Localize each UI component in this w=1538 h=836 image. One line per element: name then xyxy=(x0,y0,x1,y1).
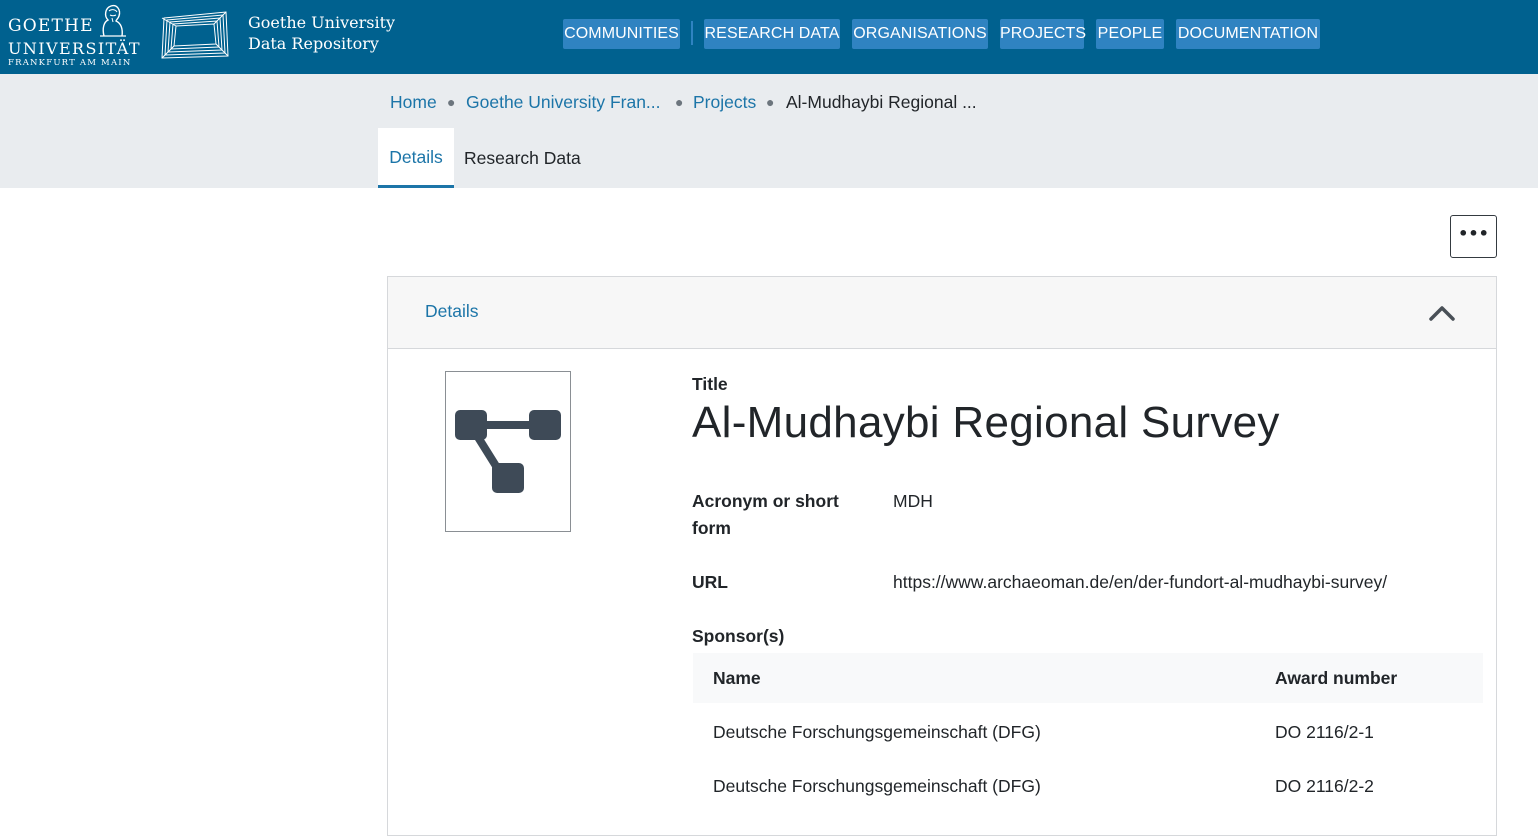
repository-logo-icon[interactable] xyxy=(158,8,232,62)
breadcrumb-projects[interactable]: Projects xyxy=(693,92,756,113)
tab-research-data[interactable]: Research Data xyxy=(464,128,584,188)
repository-name[interactable]: Goethe University Data Repository xyxy=(248,12,395,54)
details-card: Details Title Al-Mudhaybi Regional Surve… xyxy=(387,276,1497,836)
nav-communities[interactable]: COMMUNITIES xyxy=(563,19,680,49)
acronym-label-line2: form xyxy=(692,518,731,538)
chevron-up-icon[interactable] xyxy=(1428,303,1456,323)
acronym-value: MDH xyxy=(893,491,933,511)
top-bar: GOETHE UNIVERSITÄT FRANKFURT AM MAIN Goe… xyxy=(0,0,1538,74)
nav-documentation[interactable]: DOCUMENTATION xyxy=(1176,19,1320,49)
table-header-row: Name Award number xyxy=(693,653,1483,703)
page-subheader: Home ● Goethe University Fran... ● Proje… xyxy=(0,74,1538,188)
repository-name-line1: Goethe University xyxy=(248,13,396,32)
project-image xyxy=(445,371,571,532)
details-card-title: Details xyxy=(425,301,479,321)
more-actions-button[interactable]: ••• xyxy=(1450,215,1497,258)
repository-name-line2: Data Repository xyxy=(248,34,379,53)
breadcrumb-organisation[interactable]: Goethe University Fran... xyxy=(466,92,661,113)
details-card-header[interactable]: Details xyxy=(388,277,1496,349)
breadcrumb-separator: ● xyxy=(766,94,775,110)
logo-text-universitaet: UNIVERSITÄT xyxy=(8,39,141,58)
logo-text-goethe: GOETHE xyxy=(8,16,94,36)
column-header-award-number: Award number xyxy=(1275,668,1398,688)
sponsor-award: DO 2116/2-2 xyxy=(1275,776,1374,796)
nav-separator xyxy=(691,21,693,45)
acronym-label: Acronym or short form xyxy=(692,488,839,542)
title-label: Title xyxy=(692,374,728,394)
nav-people[interactable]: PEOPLE xyxy=(1096,19,1164,49)
nav-projects[interactable]: PROJECTS xyxy=(1000,19,1086,49)
goethe-portrait-icon xyxy=(100,4,126,37)
acronym-label-line1: Acronym or short xyxy=(692,491,839,511)
breadcrumb-home[interactable]: Home xyxy=(390,92,437,113)
project-network-icon xyxy=(455,410,561,493)
column-header-name: Name xyxy=(713,668,761,688)
breadcrumb-current: Al-Mudhaybi Regional ... xyxy=(786,92,977,112)
sponsor-name: Deutsche Forschungsgemeinschaft (DFG) xyxy=(713,722,1041,742)
nav-organisations[interactable]: ORGANISATIONS xyxy=(852,19,988,49)
page-title: Al-Mudhaybi Regional Survey xyxy=(692,398,1280,447)
breadcrumb-separator: ● xyxy=(675,94,684,110)
url-value[interactable]: https://www.archaeoman.de/en/der-fundort… xyxy=(893,569,1387,596)
breadcrumb-separator: ● xyxy=(447,94,456,110)
logo-text-frankfurt: FRANKFURT AM MAIN xyxy=(8,58,132,68)
sponsor-award: DO 2116/2-1 xyxy=(1275,722,1374,742)
nav-research-data[interactable]: RESEARCH DATA xyxy=(704,19,840,49)
sponsor-name: Deutsche Forschungsgemeinschaft (DFG) xyxy=(713,776,1041,796)
url-label: URL xyxy=(692,572,728,592)
tab-details[interactable]: Details xyxy=(378,128,454,188)
goethe-university-logo[interactable]: GOETHE UNIVERSITÄT FRANKFURT AM MAIN xyxy=(6,2,140,70)
sponsors-label: Sponsor(s) xyxy=(692,626,785,646)
